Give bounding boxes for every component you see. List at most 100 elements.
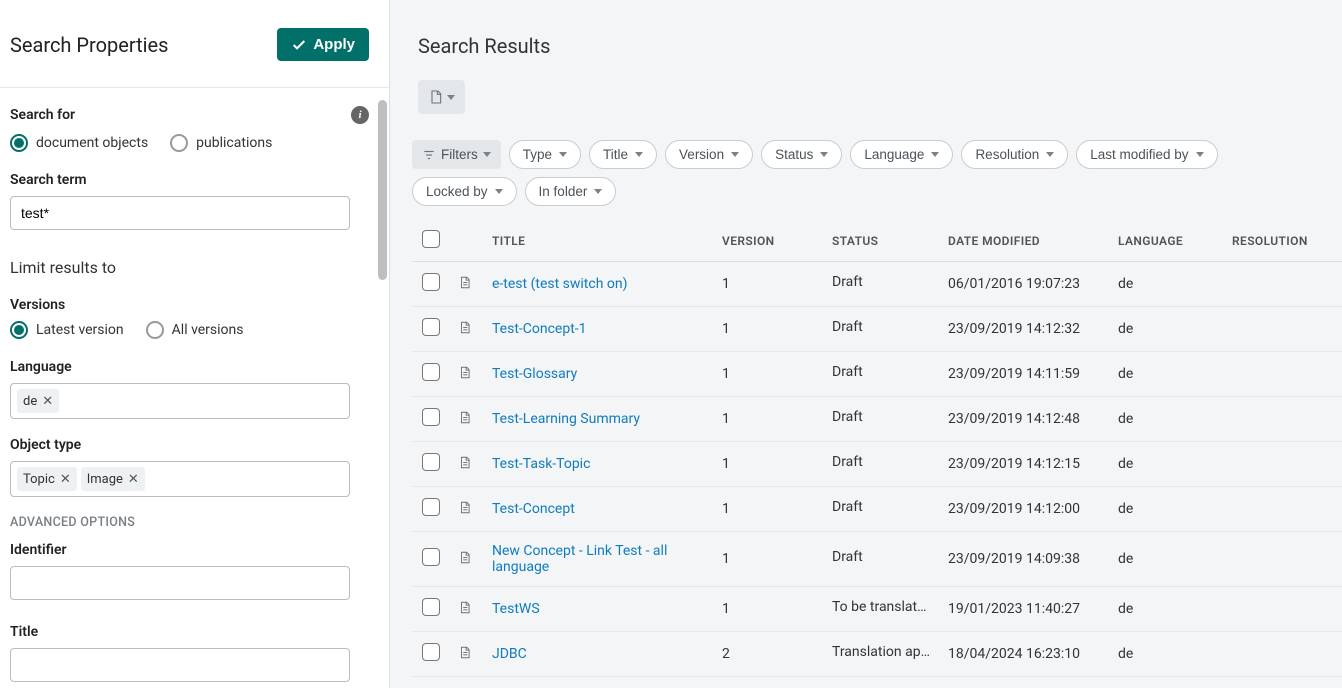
result-title-link[interactable]: JDBC: [492, 646, 527, 662]
radio-document-objects[interactable]: document objects: [10, 134, 148, 152]
filter-pill-status[interactable]: Status: [761, 140, 842, 169]
cell-date: 23/09/2019 14:12:48: [940, 397, 1110, 442]
cell-language: de: [1110, 307, 1224, 352]
filter-pill-last-modified-by[interactable]: Last modified by: [1076, 140, 1217, 169]
result-title-link[interactable]: Test-Learning Summary: [492, 411, 640, 427]
filter-pill-title[interactable]: Title: [589, 140, 657, 169]
table-row[interactable]: Test-Concept1Draft23/09/2019 14:12:00de: [412, 487, 1342, 532]
col-title[interactable]: TITLE: [484, 220, 714, 262]
cell-resolution: [1224, 632, 1342, 677]
chevron-down-icon: [447, 95, 455, 100]
tag-de: de✕: [17, 389, 59, 413]
table-row[interactable]: Web Services Hub1Translation app...18/04…: [412, 677, 1342, 688]
filter-pill-in-folder[interactable]: In folder: [525, 177, 617, 206]
table-row[interactable]: JDBC2Translation app...18/04/2024 16:23:…: [412, 632, 1342, 677]
result-title-link[interactable]: Test-Glossary: [492, 366, 577, 382]
document-action-button[interactable]: [418, 80, 465, 114]
search-results-panel: Search Results Filters Type Title Version S…: [390, 0, 1342, 688]
table-row[interactable]: New Concept - Link Test - all language1D…: [412, 532, 1342, 587]
filter-pill-type[interactable]: Type: [509, 140, 581, 169]
table-row[interactable]: TestWS1To be translated19/01/2023 11:40:…: [412, 587, 1342, 632]
row-checkbox[interactable]: [422, 318, 440, 336]
radio-indicator: [170, 134, 188, 152]
chevron-down-icon: [931, 152, 939, 157]
versions-label: Versions: [10, 297, 379, 313]
filter-pill-resolution[interactable]: Resolution: [961, 140, 1068, 169]
cell-resolution: [1224, 487, 1342, 532]
search-term-input[interactable]: [10, 196, 350, 230]
radio-all-versions[interactable]: All versions: [146, 321, 244, 339]
remove-tag-icon[interactable]: ✕: [42, 395, 53, 408]
cell-resolution: [1224, 532, 1342, 587]
filters-row: Filters Type Title Version Status Language Re…: [390, 114, 1342, 220]
identifier-label: Identifier: [10, 542, 379, 558]
row-checkbox[interactable]: [422, 453, 440, 471]
table-row[interactable]: e-test (test switch on)1Draft06/01/2016 …: [412, 262, 1342, 307]
filters-button[interactable]: Filters: [412, 140, 501, 169]
result-title-link[interactable]: e-test (test switch on): [492, 276, 627, 292]
row-checkbox[interactable]: [422, 498, 440, 516]
cell-status: Draft: [824, 487, 940, 532]
cell-status: To be translated: [824, 587, 940, 632]
remove-tag-icon[interactable]: ✕: [128, 473, 139, 486]
col-status[interactable]: STATUS: [824, 220, 940, 262]
document-icon: [458, 364, 472, 381]
table-row[interactable]: Test-Concept-11Draft23/09/2019 14:12:32d…: [412, 307, 1342, 352]
table-row[interactable]: Test-Glossary1Draft23/09/2019 14:11:59de: [412, 352, 1342, 397]
remove-tag-icon[interactable]: ✕: [60, 473, 71, 486]
cell-date: 23/09/2019 14:09:38: [940, 532, 1110, 587]
row-checkbox[interactable]: [422, 598, 440, 616]
col-version[interactable]: VERSION: [714, 220, 824, 262]
row-checkbox[interactable]: [422, 363, 440, 381]
sidebar-body: Search for i document objects publicatio…: [0, 88, 389, 688]
table-row[interactable]: Test-Task-Topic1Draft23/09/2019 14:12:15…: [412, 442, 1342, 487]
document-icon: [428, 88, 444, 106]
object-type-input[interactable]: Topic✕Image✕: [10, 461, 350, 497]
search-for-radio-group: document objects publications: [10, 134, 379, 152]
table-header-row: TITLE VERSION STATUS DATE MODIFIED LANGU…: [412, 220, 1342, 262]
filter-pill-locked-by[interactable]: Locked by: [412, 177, 517, 206]
document-icon: [458, 274, 472, 291]
check-icon: [291, 37, 307, 53]
select-all-checkbox[interactable]: [422, 230, 440, 248]
cell-status: Draft: [824, 262, 940, 307]
radio-publications[interactable]: publications: [170, 134, 272, 152]
result-title-link[interactable]: Test-Task-Topic: [492, 456, 590, 472]
cell-language: de: [1110, 677, 1224, 688]
col-resolution[interactable]: RESOLUTION: [1224, 220, 1342, 262]
col-date-modified[interactable]: DATE MODIFIED: [940, 220, 1110, 262]
search-for-label: Search for i: [10, 106, 379, 124]
tag-topic: Topic✕: [17, 467, 77, 491]
chevron-down-icon: [495, 189, 503, 194]
cell-version: 1: [714, 532, 824, 587]
cell-status: Translation app...: [824, 632, 940, 677]
table-row[interactable]: Test-Learning Summary1Draft23/09/2019 14…: [412, 397, 1342, 442]
row-checkbox[interactable]: [422, 548, 440, 566]
language-input[interactable]: de✕: [10, 383, 350, 419]
cell-resolution: [1224, 677, 1342, 688]
result-title-link[interactable]: New Concept - Link Test - all language: [492, 543, 667, 575]
identifier-input[interactable]: [10, 566, 350, 600]
results-header: Search Results: [390, 0, 1342, 68]
result-title-link[interactable]: Test-Concept: [492, 501, 575, 517]
result-title-link[interactable]: Test-Concept-1: [492, 321, 587, 337]
result-title-link[interactable]: TestWS: [492, 601, 540, 617]
row-checkbox[interactable]: [422, 273, 440, 291]
cell-resolution: [1224, 262, 1342, 307]
cell-language: de: [1110, 587, 1224, 632]
cell-status: Draft: [824, 442, 940, 487]
filter-pill-language[interactable]: Language: [850, 140, 953, 169]
title-input[interactable]: [10, 648, 350, 682]
row-checkbox[interactable]: [422, 408, 440, 426]
apply-button[interactable]: Apply: [277, 28, 369, 61]
filter-pill-version[interactable]: Version: [665, 140, 753, 169]
info-icon[interactable]: i: [351, 106, 369, 124]
col-language[interactable]: LANGUAGE: [1110, 220, 1224, 262]
sidebar-title: Search Properties: [10, 33, 168, 57]
cell-version: 1: [714, 677, 824, 688]
scrollbar-thumb[interactable]: [378, 100, 387, 280]
cell-resolution: [1224, 352, 1342, 397]
row-checkbox[interactable]: [422, 643, 440, 661]
radio-latest-version[interactable]: Latest version: [10, 321, 124, 339]
tag-image: Image✕: [81, 467, 145, 491]
